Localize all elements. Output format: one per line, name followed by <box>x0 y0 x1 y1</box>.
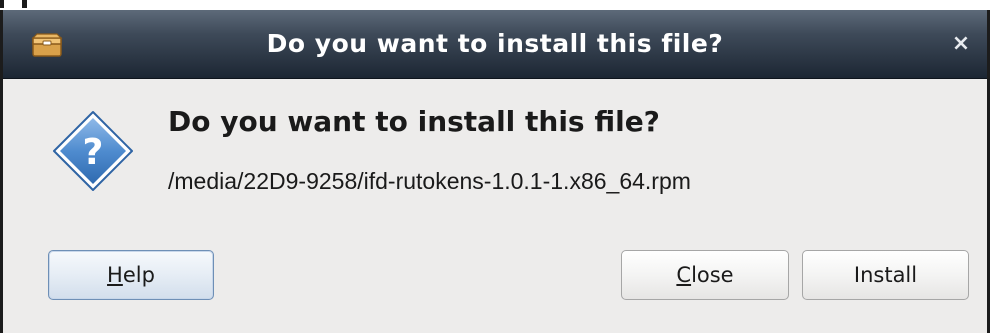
dialog-titlebar[interactable]: Do you want to install this file? × <box>3 10 987 79</box>
install-dialog: Do you want to install this file? × ? Do… <box>0 10 990 333</box>
screen: Do you want to install this file? × ? Do… <box>0 0 990 333</box>
close-button-mnemonic: C <box>676 263 692 287</box>
dialog-title: Do you want to install this file? <box>266 29 724 58</box>
help-button-label: elp <box>122 263 155 287</box>
file-path: /media/22D9-9258/ifd-rutokens-1.0.1-1.x8… <box>168 168 691 194</box>
close-icon[interactable]: × <box>949 32 973 56</box>
help-button[interactable]: Help <box>48 250 214 300</box>
install-button[interactable]: Install <box>802 250 969 300</box>
question-icon: ? <box>51 109 135 193</box>
dialog-content: ? Do you want to install this file? /med… <box>3 79 987 333</box>
close-button-label: lose <box>691 263 734 287</box>
bracket-fragment <box>0 0 28 10</box>
close-button[interactable]: Close <box>621 250 789 300</box>
dialog-heading: Do you want to install this file? <box>168 105 660 138</box>
help-button-mnemonic: H <box>107 263 123 287</box>
svg-text:?: ? <box>83 132 104 173</box>
